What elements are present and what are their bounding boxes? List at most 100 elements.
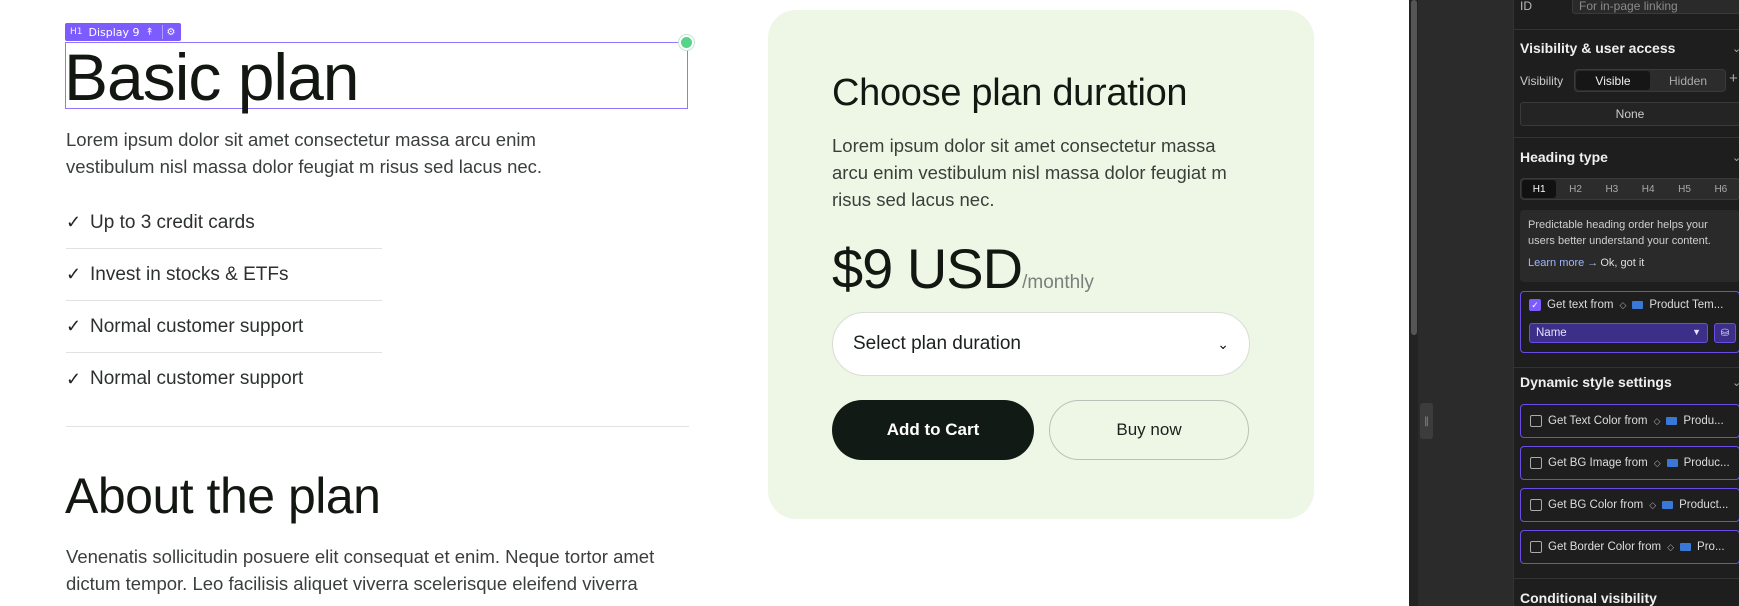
plan-duration-select[interactable]: Select plan duration ⌄ (832, 312, 1250, 376)
check-icon: ✓ (66, 316, 82, 336)
about-heading: About the plan (65, 468, 381, 524)
about-body: Venenatis sollicitudin posuere elit cons… (66, 546, 655, 594)
heading-level-h2[interactable]: H2 (1557, 179, 1593, 199)
list-item: ✓ Up to 3 credit cards (66, 197, 382, 249)
style-binding-bg-image[interactable]: Get BG Image from ◇ Produc... (1520, 446, 1739, 480)
tag-icon: ◇ (1653, 415, 1661, 426)
panel-resize-handle[interactable]: ‖ (1420, 403, 1433, 439)
get-text-label: Get text from (1547, 299, 1614, 311)
divider (1514, 367, 1739, 368)
get-text-source: Product Tem... (1649, 299, 1724, 311)
style-binding-label: Get Text Color from (1548, 415, 1648, 427)
add-to-cart-button[interactable]: Add to Cart (832, 400, 1034, 460)
collection-icon (1632, 301, 1644, 309)
move-up-icon[interactable]: ↟ (146, 27, 154, 38)
settings-panel: ID For in-page linking Visibility & user… (1513, 0, 1739, 606)
dynamic-text-binding: ✓ Get text from ◇ Product Tem... Name ▼ … (1520, 291, 1739, 353)
list-item: ✓ Invest in stocks & ETFs (66, 249, 382, 301)
add-icon[interactable]: + (1729, 70, 1738, 87)
checkbox[interactable] (1530, 457, 1542, 469)
caret-down-icon: ▼ (1692, 327, 1701, 337)
heading-level-h3[interactable]: H3 (1594, 179, 1630, 199)
visible-option[interactable]: Visible (1576, 71, 1650, 90)
visibility-toggle[interactable]: Visible Hidden (1574, 69, 1726, 92)
selection-class-label: Display 9 (88, 25, 140, 39)
style-binding-label: Get Border Color from (1548, 541, 1662, 553)
feature-label: Normal customer support (90, 368, 304, 389)
style-binding-label: Get BG Image from (1548, 457, 1648, 469)
design-canvas: H1 Display 9 ↟ ⚙ Basic plan Lorem ipsum … (0, 0, 1409, 606)
checkbox[interactable] (1530, 541, 1542, 553)
id-field[interactable]: For in-page linking (1572, 0, 1739, 14)
card-description: Lorem ipsum dolor sit amet consectetur m… (832, 135, 1227, 210)
checkbox[interactable] (1530, 415, 1542, 427)
dynamic-style-section-title[interactable]: Dynamic style settings (1520, 374, 1672, 390)
ok-got-it-link[interactable]: Ok, got it (1600, 255, 1644, 271)
field-select-value: Name (1536, 327, 1567, 339)
style-binding-source: Product... (1679, 499, 1729, 511)
learn-more-link[interactable]: Learn more → (1528, 255, 1598, 271)
gear-icon[interactable]: ⚙ (161, 25, 176, 39)
price: $9 USD /monthly (832, 236, 1094, 301)
page-heading[interactable]: Basic plan (64, 38, 360, 117)
feature-label: Invest in stocks & ETFs (90, 263, 289, 285)
check-icon: ✓ (66, 264, 82, 284)
price-period: /monthly (1022, 272, 1094, 293)
heading-level-h6[interactable]: H6 (1703, 179, 1739, 199)
get-text-checkbox[interactable]: ✓ (1529, 299, 1541, 311)
collection-icon (1680, 543, 1692, 551)
heading-type-section-title[interactable]: Heading type (1520, 149, 1608, 165)
user-access-select[interactable]: None (1520, 102, 1739, 126)
style-binding-border-color[interactable]: Get Border Color from ◇ Pro... (1520, 530, 1739, 564)
tag-icon: ◇ (1649, 499, 1657, 510)
style-binding-text-color[interactable]: Get Text Color from ◇ Produ... (1520, 404, 1739, 438)
chevron-down-icon: ⌄ (1217, 335, 1229, 352)
style-binding-label: Get BG Color from (1548, 499, 1644, 511)
collection-icon (1666, 417, 1678, 425)
database-icon[interactable]: ⛁ (1714, 323, 1736, 343)
heading-level-h1[interactable]: H1 (1522, 180, 1557, 198)
price-amount: $9 USD (832, 237, 1023, 300)
hidden-option[interactable]: Hidden (1651, 70, 1725, 91)
id-label: ID (1520, 0, 1532, 13)
collection-icon (1662, 501, 1674, 509)
intro-text: Lorem ipsum dolor sit amet consectetur m… (66, 129, 543, 177)
check-icon: ✓ (66, 212, 82, 232)
list-item: ✓ Normal customer support (66, 301, 382, 353)
canvas-gutter (1409, 0, 1513, 606)
style-binding-source: Produ... (1683, 415, 1724, 427)
feature-label: Up to 3 credit cards (90, 211, 255, 233)
card-title: Choose plan duration (832, 72, 1188, 114)
ai-assist-dot[interactable] (679, 35, 694, 50)
tag-icon: ◇ (1619, 299, 1627, 310)
style-binding-bg-color[interactable]: Get BG Color from ◇ Product... (1520, 488, 1739, 522)
heading-level-h5[interactable]: H5 (1666, 179, 1702, 199)
collection-icon (1666, 459, 1678, 467)
check-icon: ✓ (66, 368, 82, 389)
chevron-down-icon[interactable]: ⌄ (1732, 151, 1739, 164)
heading-level-h4[interactable]: H4 (1630, 179, 1666, 199)
chevron-down-icon[interactable]: ⌄ (1732, 376, 1739, 389)
tip-text: Predictable heading order helps your use… (1528, 219, 1711, 247)
style-binding-source: Pro... (1697, 541, 1725, 553)
visibility-section-title[interactable]: Visibility & user access (1520, 40, 1675, 56)
checkbox[interactable] (1530, 499, 1542, 511)
feature-list: ✓ Up to 3 credit cards ✓ Invest in stock… (66, 197, 382, 405)
divider (1514, 578, 1739, 579)
divider (1514, 29, 1739, 30)
tag-icon: ◇ (1667, 541, 1675, 552)
chevron-down-icon[interactable]: ⌄ (1732, 42, 1739, 55)
heading-order-tip: Predictable heading order helps your use… (1520, 210, 1739, 282)
scrollbar-thumb[interactable] (1411, 0, 1417, 335)
conditional-visibility-section-title[interactable]: Conditional visibility (1520, 590, 1657, 606)
buy-now-button[interactable]: Buy now (1049, 400, 1249, 460)
style-binding-source: Produc... (1683, 457, 1730, 469)
tag-icon: ◇ (1653, 457, 1661, 468)
visibility-label: Visibility (1520, 74, 1564, 88)
plan-card: Choose plan duration Lorem ipsum dolor s… (768, 10, 1314, 519)
field-select[interactable]: Name ▼ (1529, 323, 1708, 343)
heading-level-selector[interactable]: H1 H2 H3 H4 H5 H6 (1520, 178, 1739, 200)
divider (1514, 137, 1739, 138)
feature-label: Normal customer support (90, 315, 304, 337)
select-label: Select plan duration (853, 333, 1021, 354)
